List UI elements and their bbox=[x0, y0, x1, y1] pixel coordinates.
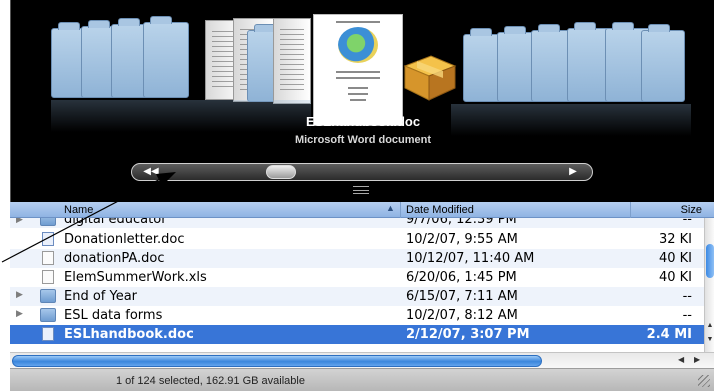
coverflow-resize-handle[interactable] bbox=[353, 186, 369, 194]
list-header: Name ▲ Date Modified Size bbox=[10, 202, 714, 218]
file-size: -- bbox=[682, 289, 692, 304]
word-doc-icon bbox=[42, 232, 54, 246]
word-doc-icon bbox=[42, 327, 54, 341]
column-header-date-modified[interactable]: Date Modified bbox=[406, 204, 474, 216]
coverflow-scrollbar[interactable]: ◀◀ ▶ bbox=[131, 163, 593, 181]
disclosure-triangle-icon[interactable]: ▶ bbox=[16, 309, 23, 319]
vertical-scroll-thumb[interactable] bbox=[706, 244, 714, 278]
file-name: End of Year bbox=[64, 289, 138, 304]
horizontal-scroll-thumb[interactable] bbox=[12, 355, 542, 367]
sort-arrow-icon: ▲ bbox=[386, 203, 395, 213]
column-divider[interactable] bbox=[400, 202, 401, 218]
file-name: ElemSummerWork.xls bbox=[64, 270, 207, 285]
scroll-left-icon[interactable]: ◀◀ bbox=[136, 164, 166, 180]
file-size: 40 KI bbox=[658, 251, 692, 266]
coverflow-filename: ESLhandbook.doc bbox=[305, 114, 421, 129]
date-modified: 10/2/07, 8:12 AM bbox=[406, 308, 518, 323]
file-name: ESL data forms bbox=[64, 308, 163, 323]
scroll-left-icon[interactable]: ◀ bbox=[678, 355, 684, 364]
scroll-right-icon[interactable]: ▶ bbox=[558, 164, 588, 180]
scroll-down-icon[interactable]: ▼ bbox=[705, 336, 714, 343]
vertical-scrollbar[interactable]: ▲ ▼ bbox=[704, 218, 714, 352]
coverflow-folder-icon[interactable] bbox=[143, 16, 189, 98]
file-name: ESLhandbook.doc bbox=[64, 327, 194, 342]
date-modified: 10/2/07, 9:55 AM bbox=[406, 232, 518, 247]
disclosure-triangle-icon[interactable]: ▶ bbox=[16, 290, 23, 300]
coverflow-document-icon[interactable] bbox=[273, 18, 311, 104]
resize-grip-icon[interactable] bbox=[698, 375, 710, 387]
column-divider[interactable] bbox=[630, 202, 631, 218]
status-text: 1 of 124 selected, 162.91 GB available bbox=[116, 375, 305, 387]
scroll-up-icon[interactable]: ▲ bbox=[705, 322, 714, 329]
date-modified: 6/15/07, 7:11 AM bbox=[406, 289, 518, 304]
folder-icon bbox=[40, 308, 56, 322]
file-name: Donationletter.doc bbox=[64, 232, 185, 247]
file-size: -- bbox=[682, 218, 692, 227]
cover-flow-view[interactable]: ESLhandbook.doc Microsoft Word document … bbox=[10, 0, 714, 202]
status-bar: 1 of 124 selected, 162.91 GB available bbox=[10, 368, 714, 391]
file-name: digital educator bbox=[64, 218, 167, 227]
coverflow-selected-document-icon[interactable] bbox=[313, 14, 403, 126]
horizontal-scrollbar[interactable]: ◀ ▶ bbox=[10, 352, 714, 368]
list-item[interactable]: ▶ End of Year 6/15/07, 7:11 AM -- bbox=[10, 287, 704, 306]
column-header-name[interactable]: Name bbox=[64, 204, 93, 216]
column-header-size[interactable]: Size bbox=[681, 204, 702, 216]
date-modified: 6/20/06, 1:45 PM bbox=[406, 270, 517, 285]
list-item[interactable]: ▶ ESL data forms 10/2/07, 8:12 AM -- bbox=[10, 306, 704, 325]
folder-icon bbox=[40, 289, 56, 303]
coverflow-scroll-thumb[interactable] bbox=[266, 165, 296, 179]
file-size: 32 KI bbox=[658, 232, 692, 247]
document-icon bbox=[42, 251, 54, 265]
file-name: donationPA.doc bbox=[64, 251, 165, 266]
date-modified: 2/12/07, 3:07 PM bbox=[406, 327, 530, 342]
folder-icon bbox=[40, 218, 56, 226]
list-item[interactable]: Donationletter.doc 10/2/07, 9:55 AM 32 K… bbox=[10, 230, 704, 249]
coverflow-kind: Microsoft Word document bbox=[294, 134, 432, 146]
globe-icon bbox=[338, 27, 378, 63]
list-item-selected[interactable]: ESLhandbook.doc 2/12/07, 3:07 PM 2.4 MI bbox=[10, 325, 704, 344]
package-icon[interactable] bbox=[401, 48, 459, 102]
date-modified: 9/7/06, 12:39 PM bbox=[406, 218, 517, 227]
list-item[interactable]: ElemSummerWork.xls 6/20/06, 1:45 PM 40 K… bbox=[10, 268, 704, 287]
list-item[interactable]: donationPA.doc 10/12/07, 11:40 AM 40 KI bbox=[10, 249, 704, 268]
coverflow-folder-icon[interactable] bbox=[641, 24, 685, 102]
date-modified: 10/12/07, 11:40 AM bbox=[406, 251, 535, 266]
list-item[interactable]: ▶ digital educator 9/7/06, 12:39 PM -- bbox=[10, 218, 704, 228]
document-icon bbox=[42, 270, 54, 284]
scroll-right-icon[interactable]: ▶ bbox=[694, 355, 700, 364]
file-list[interactable]: ▶ digital educator 9/7/06, 12:39 PM -- D… bbox=[10, 218, 704, 352]
file-size: 2.4 MI bbox=[646, 327, 692, 342]
file-size: -- bbox=[682, 308, 692, 323]
file-size: 40 KI bbox=[658, 270, 692, 285]
disclosure-triangle-icon[interactable]: ▶ bbox=[16, 218, 23, 225]
